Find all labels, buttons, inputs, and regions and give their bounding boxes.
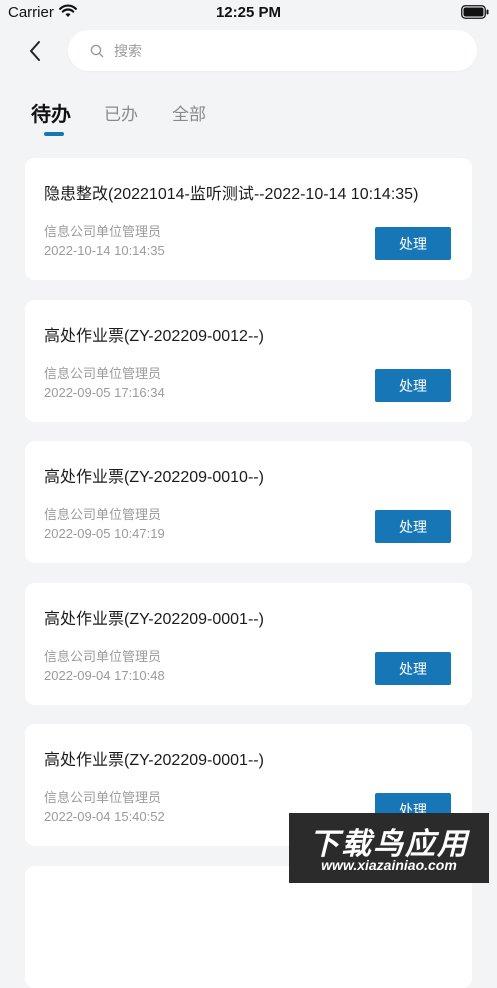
- task-org: 信息公司单位管理员: [44, 790, 162, 805]
- battery-icon: [461, 5, 489, 24]
- task-title: 高处作业票(ZY-202209-0012--): [44, 328, 264, 345]
- task-title: 高处作业票(ZY-202209-0010--): [44, 469, 264, 486]
- task-card[interactable]: 高处作业票(ZY-202209-0012--) 信息公司单位管理员 2022-0…: [25, 300, 472, 422]
- watermark-url: www.xiazainiao.com: [321, 857, 457, 873]
- task-card[interactable]: 隐患整改(20221014-监听测试--2022-10-14 10:14:35)…: [25, 158, 472, 280]
- task-time: 2022-09-04 17:10:48: [44, 668, 165, 683]
- search-input[interactable]: [112, 41, 446, 60]
- handle-button[interactable]: 处理: [375, 227, 451, 260]
- handle-button[interactable]: 处理: [375, 369, 451, 402]
- status-time: 12:25 PM: [215, 4, 282, 21]
- search-icon: [90, 44, 104, 58]
- task-time: 2022-09-05 10:47:19: [44, 526, 165, 541]
- task-time: 2022-09-05 17:16:34: [44, 385, 165, 400]
- watermark-logo: 下载鸟应用 www.xiazainiao.com: [289, 813, 489, 883]
- task-card[interactable]: 高处作业票(ZY-202209-0010--) 信息公司单位管理员 2022-0…: [25, 441, 472, 563]
- task-time: 2022-09-04 15:40:52: [44, 809, 165, 824]
- back-button[interactable]: [22, 36, 48, 66]
- handle-button[interactable]: 处理: [375, 510, 451, 543]
- handle-button[interactable]: 处理: [375, 652, 451, 685]
- task-title: 高处作业票(ZY-202209-0001--): [44, 611, 264, 628]
- tab-todo[interactable]: 待办: [31, 98, 71, 127]
- task-card[interactable]: [25, 866, 472, 988]
- active-tab-indicator: [44, 132, 64, 136]
- task-card[interactable]: 高处作业票(ZY-202209-0001--) 信息公司单位管理员 2022-0…: [25, 583, 472, 705]
- task-org: 信息公司单位管理员: [44, 507, 162, 522]
- task-title: 隐患整改(20221014-监听测试--2022-10-14 10:14:35): [44, 186, 419, 203]
- status-bar: Carrier 12:25 PM: [0, 0, 497, 26]
- task-org: 信息公司单位管理员: [44, 649, 162, 664]
- tab-done[interactable]: 已办: [104, 100, 138, 125]
- search-box[interactable]: [68, 30, 477, 71]
- task-org: 信息公司单位管理员: [44, 224, 162, 239]
- tab-all[interactable]: 全部: [172, 100, 206, 125]
- task-time: 2022-10-14 10:14:35: [44, 243, 165, 258]
- task-title: 高处作业票(ZY-202209-0001--): [44, 752, 264, 769]
- chevron-left-icon: [30, 41, 40, 61]
- task-org: 信息公司单位管理员: [44, 366, 162, 381]
